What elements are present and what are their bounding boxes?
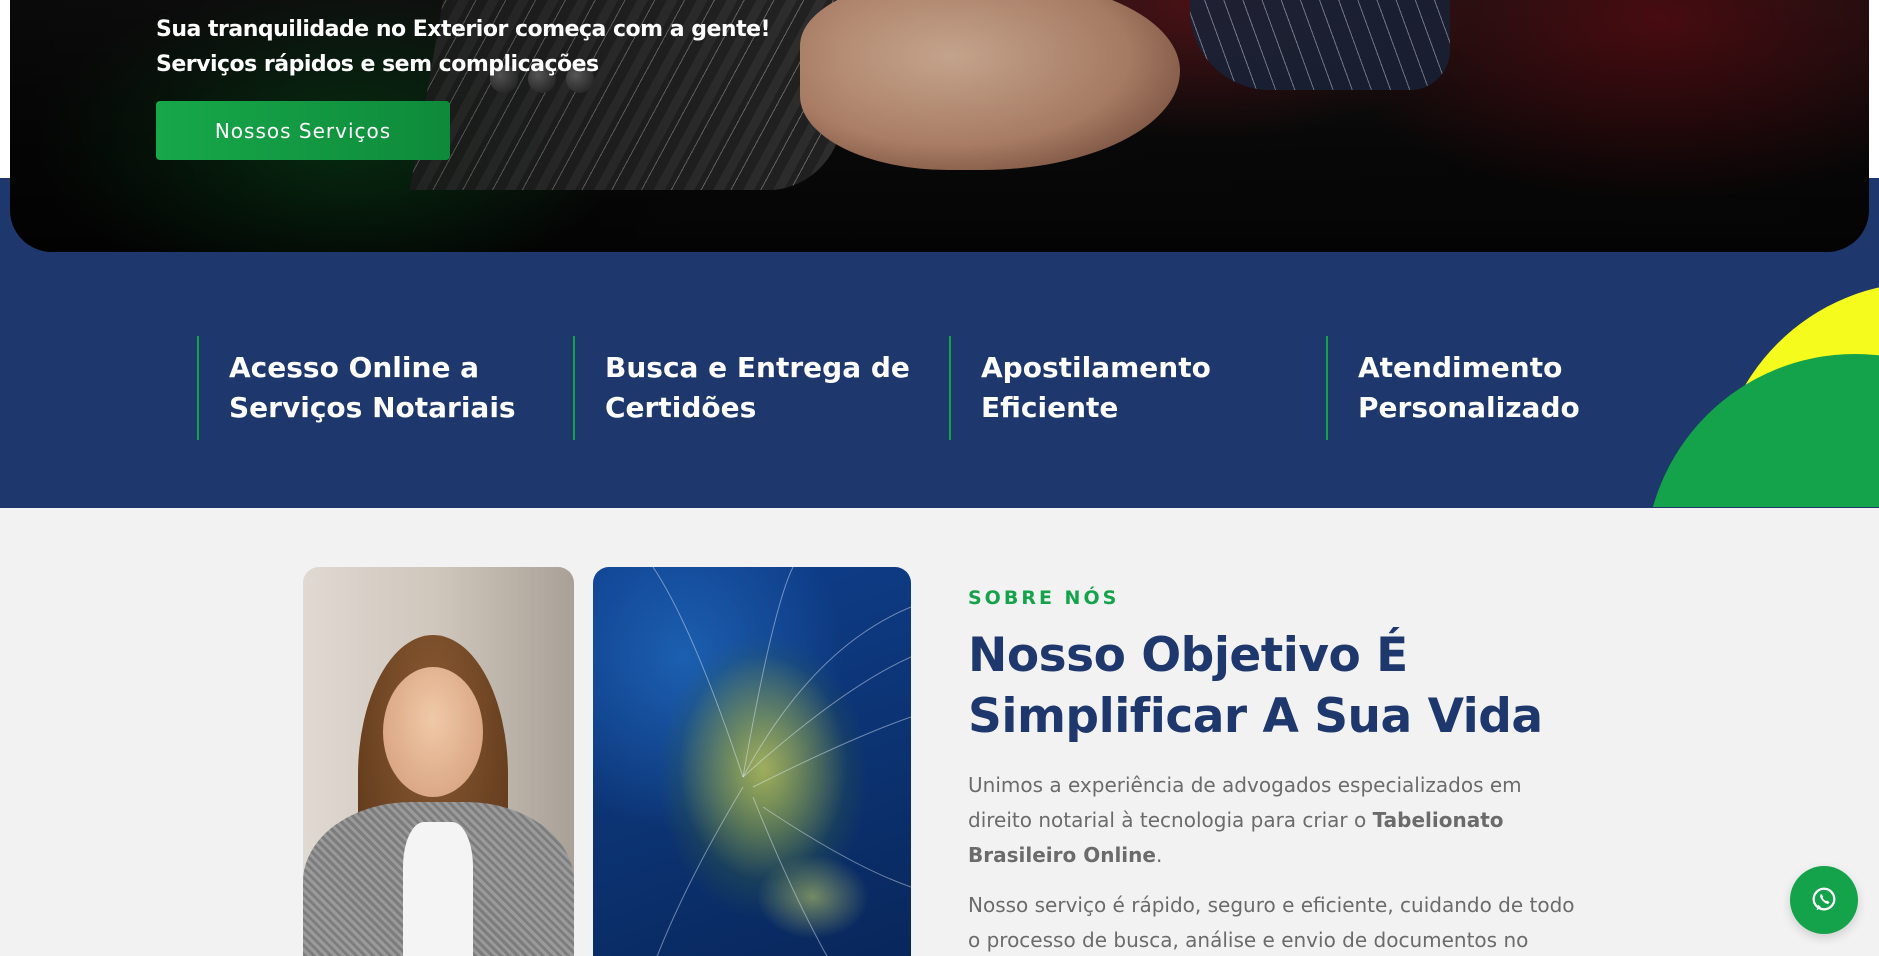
feature-label: Busca e Entrega de Certidões: [605, 351, 910, 424]
feature-online-access: Acesso Online a Serviços Notariais: [197, 336, 537, 440]
about-paragraph-1: Unimos a experiência de advogados especi…: [968, 773, 1522, 867]
feature-certificates: Busca e Entrega de Certidões: [573, 336, 913, 440]
services-button[interactable]: Nossos Serviços: [156, 101, 450, 160]
hero-tagline: Sua tranquilidade no Exterior começa com…: [156, 17, 771, 77]
feature-apostille: Apostilamento Eficiente: [949, 336, 1249, 440]
about-title: Nosso Objetivo É Simplificar A Sua Vida: [968, 628, 1543, 744]
about-eyebrow: SOBRE NÓS: [968, 587, 1120, 609]
decorative-green-circle: [1645, 354, 1879, 507]
about-photo-woman: [303, 567, 574, 956]
feature-personalized-service: Atendimento Personalizado: [1326, 336, 1626, 440]
about-photo-world-map: [593, 567, 911, 956]
feature-label: Acesso Online a Serviços Notariais: [229, 351, 516, 424]
whatsapp-icon: [1812, 887, 1836, 911]
feature-label: Atendimento Personalizado: [1358, 351, 1580, 424]
about-paragraph-2: Nosso serviço é rápido, seguro e eficien…: [968, 893, 1575, 952]
features-band: Acesso Online a Serviços Notariais Busca…: [0, 252, 1879, 507]
feature-label: Apostilamento Eficiente: [981, 351, 1211, 424]
whatsapp-button[interactable]: [1790, 866, 1858, 934]
